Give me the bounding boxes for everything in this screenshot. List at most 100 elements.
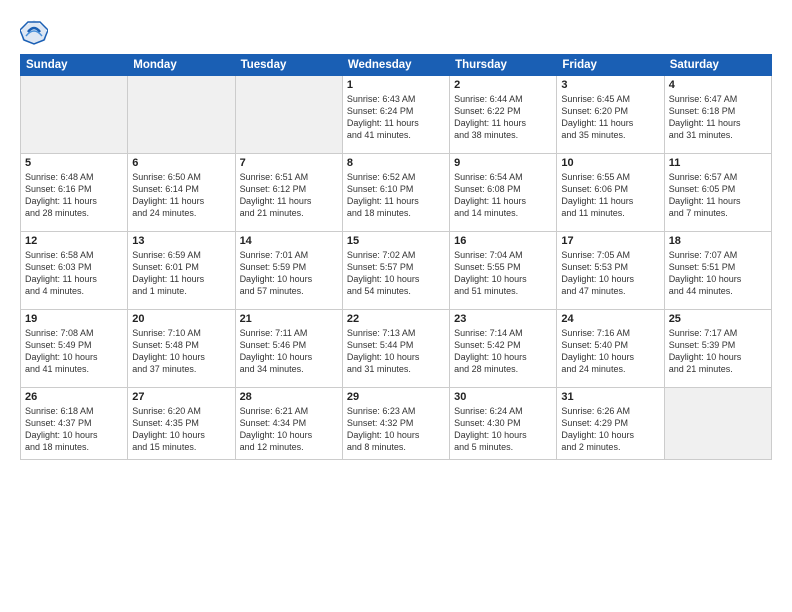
weekday-header-row: SundayMondayTuesdayWednesdayThursdayFrid…	[21, 55, 772, 76]
cell-info: Sunrise: 7:11 AM Sunset: 5:46 PM Dayligh…	[240, 327, 338, 376]
calendar-cell: 9 Sunrise: 6:54 AM Sunset: 6:08 PM Daylig…	[450, 154, 557, 232]
calendar-cell: 7 Sunrise: 6:51 AM Sunset: 6:12 PM Daylig…	[235, 154, 342, 232]
day-number: 11	[669, 157, 767, 169]
day-number: 16	[454, 235, 552, 247]
week-row-3: 12 Sunrise: 6:58 AM Sunset: 6:03 PM Dayli…	[21, 232, 772, 310]
cell-info: Sunrise: 6:26 AM Sunset: 4:29 PM Dayligh…	[561, 405, 659, 454]
calendar-cell: 27 Sunrise: 6:20 AM Sunset: 4:35 PM Dayli…	[128, 388, 235, 460]
day-number: 30	[454, 391, 552, 403]
day-number: 22	[347, 313, 445, 325]
cell-info: Sunrise: 7:13 AM Sunset: 5:44 PM Dayligh…	[347, 327, 445, 376]
day-number: 15	[347, 235, 445, 247]
cell-info: Sunrise: 6:47 AM Sunset: 6:18 PM Dayligh…	[669, 93, 767, 142]
day-number: 24	[561, 313, 659, 325]
calendar-cell: 28Sunrise: 6:21 AM Sunset: 4:34 PM Dayli…	[235, 388, 342, 460]
calendar-cell: 25 Sunrise: 7:17 AM Sunset: 5:39 PM Dayli…	[664, 310, 771, 388]
calendar-cell: 29 Sunrise: 6:23 AM Sunset: 4:32 PM Dayli…	[342, 388, 449, 460]
cell-info: Sunrise: 7:05 AM Sunset: 5:53 PM Dayligh…	[561, 249, 659, 298]
calendar-cell: 30Sunrise: 6:24 AM Sunset: 4:30 PM Dayli…	[450, 388, 557, 460]
day-number: 25	[669, 313, 767, 325]
calendar-cell: 20 Sunrise: 7:10 AM Sunset: 5:48 PM Dayli…	[128, 310, 235, 388]
cell-info: Sunrise: 7:14 AM Sunset: 5:42 PM Dayligh…	[454, 327, 552, 376]
day-number: 9	[454, 157, 552, 169]
cell-info: Sunrise: 7:17 AM Sunset: 5:39 PM Dayligh…	[669, 327, 767, 376]
day-number: 17	[561, 235, 659, 247]
weekday-header-friday: Friday	[557, 55, 664, 76]
cell-info: Sunrise: 6:57 AM Sunset: 6:05 PM Dayligh…	[669, 171, 767, 220]
calendar-cell: 18Sunrise: 7:07 AM Sunset: 5:51 PM Dayli…	[664, 232, 771, 310]
calendar-cell: 21 Sunrise: 7:11 AM Sunset: 5:46 PM Dayli…	[235, 310, 342, 388]
calendar-cell: 10Sunrise: 6:55 AM Sunset: 6:06 PM Dayli…	[557, 154, 664, 232]
logo-icon	[20, 18, 48, 46]
day-number: 8	[347, 157, 445, 169]
day-number: 4	[669, 79, 767, 91]
day-number: 27	[132, 391, 230, 403]
day-number: 26	[25, 391, 123, 403]
day-number: 1	[347, 79, 445, 91]
cell-info: Sunrise: 7:02 AM Sunset: 5:57 PM Dayligh…	[347, 249, 445, 298]
cell-info: Sunrise: 6:43 AM Sunset: 6:24 PM Dayligh…	[347, 93, 445, 142]
calendar-cell: 5 Sunrise: 6:48 AM Sunset: 6:16 PM Daylig…	[21, 154, 128, 232]
calendar-cell: 15 Sunrise: 7:02 AM Sunset: 5:57 PM Dayli…	[342, 232, 449, 310]
calendar-cell: 23 Sunrise: 7:14 AM Sunset: 5:42 PM Dayli…	[450, 310, 557, 388]
week-row-5: 26 Sunrise: 6:18 AM Sunset: 4:37 PM Dayli…	[21, 388, 772, 460]
cell-info: Sunrise: 6:23 AM Sunset: 4:32 PM Dayligh…	[347, 405, 445, 454]
logo	[20, 18, 52, 46]
calendar-cell: 6Sunrise: 6:50 AM Sunset: 6:14 PM Daylig…	[128, 154, 235, 232]
day-number: 5	[25, 157, 123, 169]
cell-info: Sunrise: 6:44 AM Sunset: 6:22 PM Dayligh…	[454, 93, 552, 142]
cell-info: Sunrise: 6:59 AM Sunset: 6:01 PM Dayligh…	[132, 249, 230, 298]
day-number: 10	[561, 157, 659, 169]
cell-info: Sunrise: 6:54 AM Sunset: 6:08 PM Dayligh…	[454, 171, 552, 220]
calendar-cell: 16 Sunrise: 7:04 AM Sunset: 5:55 PM Dayli…	[450, 232, 557, 310]
calendar: SundayMondayTuesdayWednesdayThursdayFrid…	[20, 54, 772, 460]
day-number: 20	[132, 313, 230, 325]
calendar-cell: 26 Sunrise: 6:18 AM Sunset: 4:37 PM Dayli…	[21, 388, 128, 460]
calendar-cell: 31 Sunrise: 6:26 AM Sunset: 4:29 PM Dayli…	[557, 388, 664, 460]
calendar-cell	[128, 76, 235, 154]
calendar-cell: 12 Sunrise: 6:58 AM Sunset: 6:03 PM Dayli…	[21, 232, 128, 310]
calendar-cell	[235, 76, 342, 154]
calendar-cell: 11 Sunrise: 6:57 AM Sunset: 6:05 PM Dayli…	[664, 154, 771, 232]
weekday-header-thursday: Thursday	[450, 55, 557, 76]
calendar-cell: 3Sunrise: 6:45 AM Sunset: 6:20 PM Daylig…	[557, 76, 664, 154]
weekday-header-sunday: Sunday	[21, 55, 128, 76]
day-number: 12	[25, 235, 123, 247]
calendar-cell: 19Sunrise: 7:08 AM Sunset: 5:49 PM Dayli…	[21, 310, 128, 388]
cell-info: Sunrise: 6:51 AM Sunset: 6:12 PM Dayligh…	[240, 171, 338, 220]
day-number: 6	[132, 157, 230, 169]
weekday-header-tuesday: Tuesday	[235, 55, 342, 76]
calendar-cell: 1 Sunrise: 6:43 AM Sunset: 6:24 PM Daylig…	[342, 76, 449, 154]
cell-info: Sunrise: 6:18 AM Sunset: 4:37 PM Dayligh…	[25, 405, 123, 454]
calendar-cell: 4 Sunrise: 6:47 AM Sunset: 6:18 PM Daylig…	[664, 76, 771, 154]
cell-info: Sunrise: 6:21 AM Sunset: 4:34 PM Dayligh…	[240, 405, 338, 454]
cell-info: Sunrise: 7:04 AM Sunset: 5:55 PM Dayligh…	[454, 249, 552, 298]
calendar-cell: 2 Sunrise: 6:44 AM Sunset: 6:22 PM Daylig…	[450, 76, 557, 154]
weekday-header-wednesday: Wednesday	[342, 55, 449, 76]
weekday-header-monday: Monday	[128, 55, 235, 76]
calendar-cell	[21, 76, 128, 154]
week-row-2: 5 Sunrise: 6:48 AM Sunset: 6:16 PM Daylig…	[21, 154, 772, 232]
cell-info: Sunrise: 7:08 AM Sunset: 5:49 PM Dayligh…	[25, 327, 123, 376]
cell-info: Sunrise: 7:16 AM Sunset: 5:40 PM Dayligh…	[561, 327, 659, 376]
day-number: 29	[347, 391, 445, 403]
cell-info: Sunrise: 6:58 AM Sunset: 6:03 PM Dayligh…	[25, 249, 123, 298]
cell-info: Sunrise: 7:07 AM Sunset: 5:51 PM Dayligh…	[669, 249, 767, 298]
week-row-4: 19Sunrise: 7:08 AM Sunset: 5:49 PM Dayli…	[21, 310, 772, 388]
day-number: 21	[240, 313, 338, 325]
week-row-1: 1 Sunrise: 6:43 AM Sunset: 6:24 PM Daylig…	[21, 76, 772, 154]
day-number: 7	[240, 157, 338, 169]
cell-info: Sunrise: 6:52 AM Sunset: 6:10 PM Dayligh…	[347, 171, 445, 220]
calendar-cell	[664, 388, 771, 460]
calendar-cell: 8 Sunrise: 6:52 AM Sunset: 6:10 PM Daylig…	[342, 154, 449, 232]
day-number: 2	[454, 79, 552, 91]
cell-info: Sunrise: 6:20 AM Sunset: 4:35 PM Dayligh…	[132, 405, 230, 454]
day-number: 31	[561, 391, 659, 403]
cell-info: Sunrise: 6:48 AM Sunset: 6:16 PM Dayligh…	[25, 171, 123, 220]
header	[20, 18, 772, 46]
cell-info: Sunrise: 7:10 AM Sunset: 5:48 PM Dayligh…	[132, 327, 230, 376]
calendar-cell: 13Sunrise: 6:59 AM Sunset: 6:01 PM Dayli…	[128, 232, 235, 310]
weekday-header-saturday: Saturday	[664, 55, 771, 76]
page: SundayMondayTuesdayWednesdayThursdayFrid…	[0, 0, 792, 612]
day-number: 23	[454, 313, 552, 325]
